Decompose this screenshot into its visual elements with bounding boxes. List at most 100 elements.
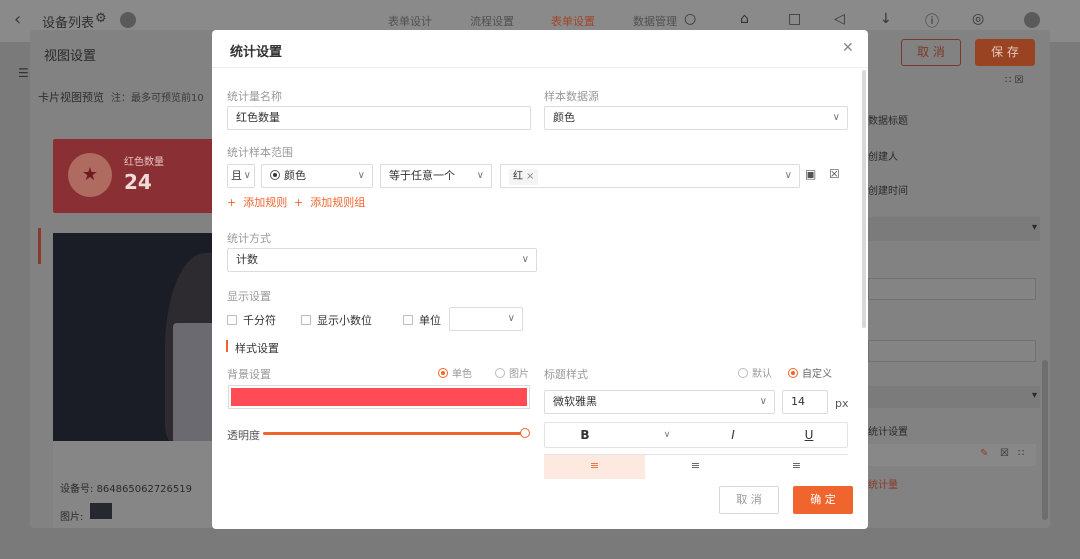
user-avatar[interactable] xyxy=(1022,10,1042,30)
unit-checkbox[interactable]: 单位 xyxy=(403,312,441,328)
add-rule-group-link[interactable]: + 添加规则组 xyxy=(294,194,365,210)
checkbox-icon xyxy=(301,315,311,325)
font-size-input[interactable]: 14 xyxy=(782,390,828,414)
tag-close-icon[interactable]: × xyxy=(526,171,534,182)
chevron-down-icon: ∨ xyxy=(476,170,484,181)
modal-ok-button[interactable]: 确 定 xyxy=(793,486,853,514)
title-default-radio[interactable]: 默认 xyxy=(738,365,772,380)
download-icon[interactable]: ↓ xyxy=(880,11,892,27)
rule-operator-select[interactable]: 等于任意一个 ∨ xyxy=(380,164,492,188)
title-style-label: 标题样式 xyxy=(544,368,588,381)
chevron-down-icon: ∨ xyxy=(507,313,515,324)
radio-icon xyxy=(738,368,748,378)
shirt-icon[interactable]: □ xyxy=(788,11,801,27)
source-label: 样本数据源 xyxy=(544,90,599,103)
name-input[interactable]: 红色数量 xyxy=(227,106,531,130)
settings-icon[interactable]: ◎ xyxy=(972,11,984,27)
section-accent-bar xyxy=(226,340,228,352)
chevron-down-icon[interactable]: ∨ xyxy=(657,423,677,447)
drag-handle-icon[interactable]: ∷ ☒ xyxy=(1005,75,1024,86)
bold-button[interactable]: B xyxy=(575,423,595,447)
align-left-icon[interactable]: ≡ xyxy=(544,455,645,479)
title-custom-radio[interactable]: 自定义 xyxy=(788,365,832,380)
bg-solid-radio[interactable]: 单色 xyxy=(438,365,472,380)
range-label: 统计样本范围 xyxy=(227,146,293,159)
chevron-down-icon[interactable]: ▾ xyxy=(1032,222,1037,233)
thousands-checkbox[interactable]: 千分符 xyxy=(227,312,276,328)
megaphone-icon[interactable]: ◁ xyxy=(834,11,845,27)
modal-cancel-button[interactable]: 取 消 xyxy=(719,486,779,514)
opacity-slider-handle[interactable] xyxy=(520,428,530,438)
method-label: 统计方式 xyxy=(227,232,271,245)
device-number: 设备号: 864865062726519 xyxy=(60,484,192,495)
decimals-checkbox[interactable]: 显示小数位 xyxy=(301,312,372,328)
modal-scrollbar[interactable] xyxy=(862,70,866,328)
align-toolbar: ≡ ≡ ≡ xyxy=(544,454,848,479)
image-label: 图片: xyxy=(60,512,84,523)
field-type-icon xyxy=(270,170,280,180)
background-scrollbar[interactable] xyxy=(1042,360,1048,520)
view-cancel-button[interactable]: 取 消 xyxy=(901,39,961,66)
italic-button[interactable]: I xyxy=(723,423,743,447)
tab-form-settings[interactable]: 表单设置 xyxy=(551,13,595,29)
add-stat-link[interactable]: 统计量 xyxy=(868,476,898,491)
search-icon[interactable]: ○ xyxy=(684,11,696,27)
format-toolbar: B ∨ I U xyxy=(544,422,848,448)
rule-value-select[interactable]: 红 × ∨ xyxy=(500,164,800,188)
drag-handle-icon[interactable]: ∷ xyxy=(1018,448,1024,459)
method-select[interactable]: 计数 ∨ xyxy=(227,248,537,272)
stat-settings-modal: 统计设置 ✕ 统计量名称 红色数量 样本数据源 颜色 ∨ 统计样本范围 且 ∨ 颜色… xyxy=(212,30,868,529)
modal-header: 统计设置 ✕ xyxy=(212,30,868,68)
save-rule-icon[interactable]: ▣ xyxy=(805,167,816,181)
underline-button[interactable]: U xyxy=(799,423,819,447)
chevron-down-icon: ∨ xyxy=(759,396,767,407)
preview-image xyxy=(53,233,217,441)
home-icon[interactable]: ⌂ xyxy=(740,11,749,27)
bg-label: 背景设置 xyxy=(227,368,271,381)
tab-process-settings[interactable]: 流程设置 xyxy=(470,13,514,29)
tab-data-management[interactable]: 数据管理 xyxy=(633,13,677,29)
bg-image-radio[interactable]: 图片 xyxy=(495,365,529,380)
add-rule-link[interactable]: + 添加规则 xyxy=(227,194,287,210)
edit-icon[interactable]: ✎ xyxy=(980,448,988,459)
preview-heading: 卡片视图预览 注：最多可预览前10 xyxy=(38,91,204,104)
align-right-icon[interactable]: ≡ xyxy=(746,455,847,479)
right-item-created: 创建时间 xyxy=(868,186,908,197)
modal-title: 统计设置 xyxy=(230,45,283,60)
opacity-label: 透明度 xyxy=(227,429,260,442)
plus-icon: + xyxy=(227,196,237,209)
radio-icon xyxy=(495,368,505,378)
delete-icon[interactable]: ☒ xyxy=(1000,448,1009,459)
right-input-2[interactable] xyxy=(868,340,1036,362)
bg-color-swatch[interactable] xyxy=(228,385,530,409)
tab-form-design[interactable]: 表单设计 xyxy=(388,13,432,29)
opacity-slider-track[interactable] xyxy=(263,432,526,435)
gear-icon[interactable]: ⚙ xyxy=(95,11,107,26)
align-center-icon[interactable]: ≡ xyxy=(645,455,746,479)
avatar[interactable] xyxy=(118,10,138,30)
list-icon[interactable]: ☰ xyxy=(18,66,29,80)
unit-select[interactable]: ∨ xyxy=(449,307,523,331)
font-family-select[interactable]: 微软雅黑 ∨ xyxy=(544,390,775,414)
back-arrow-icon[interactable]: ‹ xyxy=(14,9,21,30)
rule-field-select[interactable]: 颜色 ∨ xyxy=(261,164,373,188)
right-item-title: 数据标题 xyxy=(868,116,908,127)
radio-icon xyxy=(438,368,448,378)
right-stat-row[interactable] xyxy=(868,444,1036,466)
right-input-1[interactable] xyxy=(868,278,1036,300)
right-dropdown-row-2[interactable] xyxy=(868,386,1040,408)
source-select[interactable]: 颜色 ∨ xyxy=(544,106,848,130)
right-dropdown-row[interactable] xyxy=(868,217,1040,241)
app-title: 设备列表 xyxy=(42,16,95,31)
view-save-button[interactable]: 保 存 xyxy=(975,39,1035,66)
chevron-down-icon[interactable]: ▾ xyxy=(1032,390,1037,401)
trash-icon[interactable]: ☒ xyxy=(829,167,840,181)
plus-icon: + xyxy=(294,196,304,209)
conj-select[interactable]: 且 ∨ xyxy=(227,164,255,188)
stat-card-preview: ★ 红色数量 24 xyxy=(53,139,217,213)
preview-card-footer: 设备号: 864865062726519 图片: xyxy=(53,441,217,528)
help-icon[interactable]: ⓘ xyxy=(925,11,939,31)
color-fill xyxy=(231,388,527,406)
star-icon: ★ xyxy=(68,153,112,197)
close-icon[interactable]: ✕ xyxy=(842,40,854,56)
